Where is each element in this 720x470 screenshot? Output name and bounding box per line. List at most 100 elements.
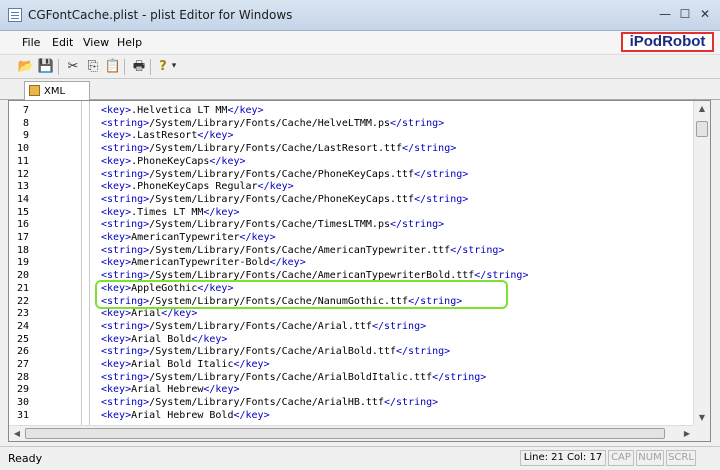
scroll-left-icon[interactable]: ◀ [12, 428, 22, 439]
code-text: <key>AmericanTypewriter-Bold</key> [101, 256, 306, 269]
xml-tag: <key> [101, 232, 132, 243]
highlight-annotation [95, 280, 508, 309]
code-line[interactable]: 23 <key>Arial</key> [9, 307, 695, 320]
code-line[interactable]: 17 <key>AmericanTypewriter</key> [9, 231, 695, 244]
xml-value: /System/Library/Fonts/Cache/ArialBoldIta… [149, 371, 433, 383]
xml-tag: <key> [101, 257, 132, 269]
status-text: Ready [8, 452, 43, 465]
code-line[interactable]: 15 <key>.Times LT MM</key> [9, 206, 695, 219]
xml-tag: <key> [101, 409, 132, 421]
toolbar-separator [124, 59, 125, 75]
code-line[interactable]: 12 <string>/System/Library/Fonts/Cache/Ph… [9, 168, 695, 181]
code-text: <string>/System/Library/Fonts/Cache/Aria… [101, 320, 426, 333]
menu-view[interactable]: View [83, 36, 109, 49]
code-line[interactable]: 31 <key>Arial Hebrew Bold</key> [9, 409, 695, 422]
cut-icon[interactable]: ✂ [64, 58, 82, 75]
code-line[interactable]: 16 <string>/System/Library/Fonts/Cache/Ti… [9, 218, 695, 231]
xml-value: Arial Hebrew [131, 384, 204, 396]
window-title: CGFontCache.plist - plist Editor for Win… [28, 8, 293, 22]
code-text: <string>/System/Library/Fonts/Cache/Time… [101, 218, 444, 231]
code-text: <key>.PhoneKeyCaps</key> [101, 155, 246, 168]
code-text: <string>/System/Library/Fonts/Cache/Last… [101, 142, 456, 155]
code-text: <key>.LastResort</key> [101, 129, 233, 142]
xml-tag: <string> [101, 219, 150, 231]
xml-tag: <string> [101, 346, 150, 358]
line-number: 27 [16, 359, 29, 370]
line-number: 24 [16, 320, 29, 332]
horizontal-scrollbar[interactable]: ◀ ▶ [9, 425, 695, 441]
code-text: <string>/System/Library/Fonts/Cache/Helv… [101, 117, 444, 130]
code-line[interactable]: 29 <key>Arial Hebrew</key> [9, 383, 695, 396]
maximize-button[interactable]: ☐ [675, 5, 695, 23]
code-line[interactable]: 30 <string>/System/Library/Fonts/Cache/Ar… [9, 396, 695, 409]
code-line[interactable]: 26 <string>/System/Library/Fonts/Cache/Ar… [9, 345, 695, 358]
line-number: 22 [16, 295, 29, 307]
tab-xml-view[interactable]: XML View [24, 81, 90, 114]
code-line[interactable]: 18 <string>/System/Library/Fonts/Cache/Am… [9, 244, 695, 257]
xml-value: Arial [131, 308, 162, 320]
code-line[interactable]: 24 <string>/System/Library/Fonts/Cache/Ar… [9, 320, 695, 333]
xml-tag: <string> [101, 397, 150, 409]
xml-value: /System/Library/Fonts/Cache/HelveLTMM.ps [149, 117, 390, 129]
xml-editor[interactable]: 7 <key>.Helvetica LT MM</key> 8 <string>/Sy… [8, 100, 711, 442]
xml-tag: <key> [101, 384, 132, 396]
code-line[interactable]: 27 <key>Arial Bold Italic</key> [9, 358, 695, 371]
xml-value: /System/Library/Fonts/Cache/PhoneKeyCaps… [149, 168, 415, 180]
code-line[interactable]: 28 <string>/System/Library/Fonts/Cache/Ar… [9, 371, 695, 384]
code-line[interactable]: 25 <key>Arial Bold</key> [9, 333, 695, 346]
xml-value: /System/Library/Fonts/Cache/Arial.ttf [149, 320, 372, 332]
scroll-down-icon[interactable]: ▼ [697, 413, 707, 423]
xml-value: .PhoneKeyCaps [131, 155, 210, 167]
line-number: 23 [16, 308, 29, 320]
code-text: <string>/System/Library/Fonts/Cache/Aria… [101, 371, 486, 384]
code-text: <key>Arial Hebrew Bold</key> [101, 409, 270, 422]
code-line[interactable]: 9 <key>.LastResort</key> [9, 129, 695, 142]
xml-tag: </string> [383, 397, 439, 409]
xml-value: Arial Bold [131, 333, 192, 345]
xml-tag: <key> [101, 359, 132, 370]
code-line[interactable]: 14 <string>/System/Library/Fonts/Cache/Ph… [9, 193, 695, 206]
code-line[interactable]: 13 <key>.PhoneKeyCaps Regular</key> [9, 180, 695, 193]
copy-icon[interactable]: ⎘ [84, 58, 102, 75]
menu-edit[interactable]: Edit [52, 36, 73, 49]
line-number: 7 [22, 105, 29, 116]
menu-file[interactable]: File [22, 36, 40, 49]
code-line[interactable]: 11 <key>.PhoneKeyCaps</key> [9, 155, 695, 168]
xml-tag: </string> [371, 320, 427, 332]
line-number: 17 [16, 232, 29, 243]
line-number: 25 [16, 333, 29, 345]
num-lock-indicator: NUM [636, 450, 664, 466]
ipodrobot-logo: iPodRobot [621, 32, 714, 52]
code-line[interactable]: 10 <string>/System/Library/Fonts/Cache/La… [9, 142, 695, 155]
open-icon[interactable]: 📂 [17, 58, 35, 75]
minimize-button[interactable]: — [655, 5, 675, 23]
save-icon[interactable]: 💾 [37, 58, 55, 75]
paste-icon[interactable]: 📋 [104, 58, 122, 75]
code-line[interactable]: 19 <key>AmericanTypewriter-Bold</key> [9, 256, 695, 269]
code-text: <key>.PhoneKeyCaps Regular</key> [101, 180, 294, 193]
scroll-up-icon[interactable]: ▲ [697, 104, 707, 114]
menu-help[interactable]: Help [117, 36, 142, 49]
scroll-right-icon[interactable]: ▶ [682, 428, 692, 439]
xml-tag: <string> [101, 143, 150, 155]
line-number: 13 [16, 181, 29, 193]
xml-value: /System/Library/Fonts/Cache/ArialHB.ttf [149, 397, 384, 409]
code-text: <string>/System/Library/Fonts/Cache/Aria… [101, 345, 450, 358]
scrollbar-corner [693, 425, 710, 441]
line-number: 11 [16, 155, 29, 167]
xml-tag: <string> [101, 168, 150, 180]
close-button[interactable]: ✕ [695, 5, 715, 23]
code-line[interactable]: 7 <key>.Helvetica LT MM</key> [9, 104, 695, 117]
print-icon[interactable]: 🖶 [130, 58, 148, 75]
vertical-scrollbar[interactable]: ▲ ▼ [693, 101, 710, 426]
code-text: <key>.Times LT MM</key> [101, 206, 239, 219]
xml-tag: </key> [257, 181, 294, 193]
xml-tag: </key> [269, 257, 306, 269]
horizontal-scroll-thumb[interactable] [25, 428, 665, 439]
code-area[interactable]: 7 <key>.Helvetica LT MM</key> 8 <string>/Sy… [9, 101, 695, 426]
xml-tag: <string> [101, 117, 150, 129]
code-line[interactable]: 8 <string>/System/Library/Fonts/Cache/Hel… [9, 117, 695, 130]
chevron-down-icon[interactable]: ▾ [169, 58, 179, 75]
line-number: 29 [16, 384, 29, 396]
vertical-scroll-thumb[interactable] [696, 121, 708, 137]
